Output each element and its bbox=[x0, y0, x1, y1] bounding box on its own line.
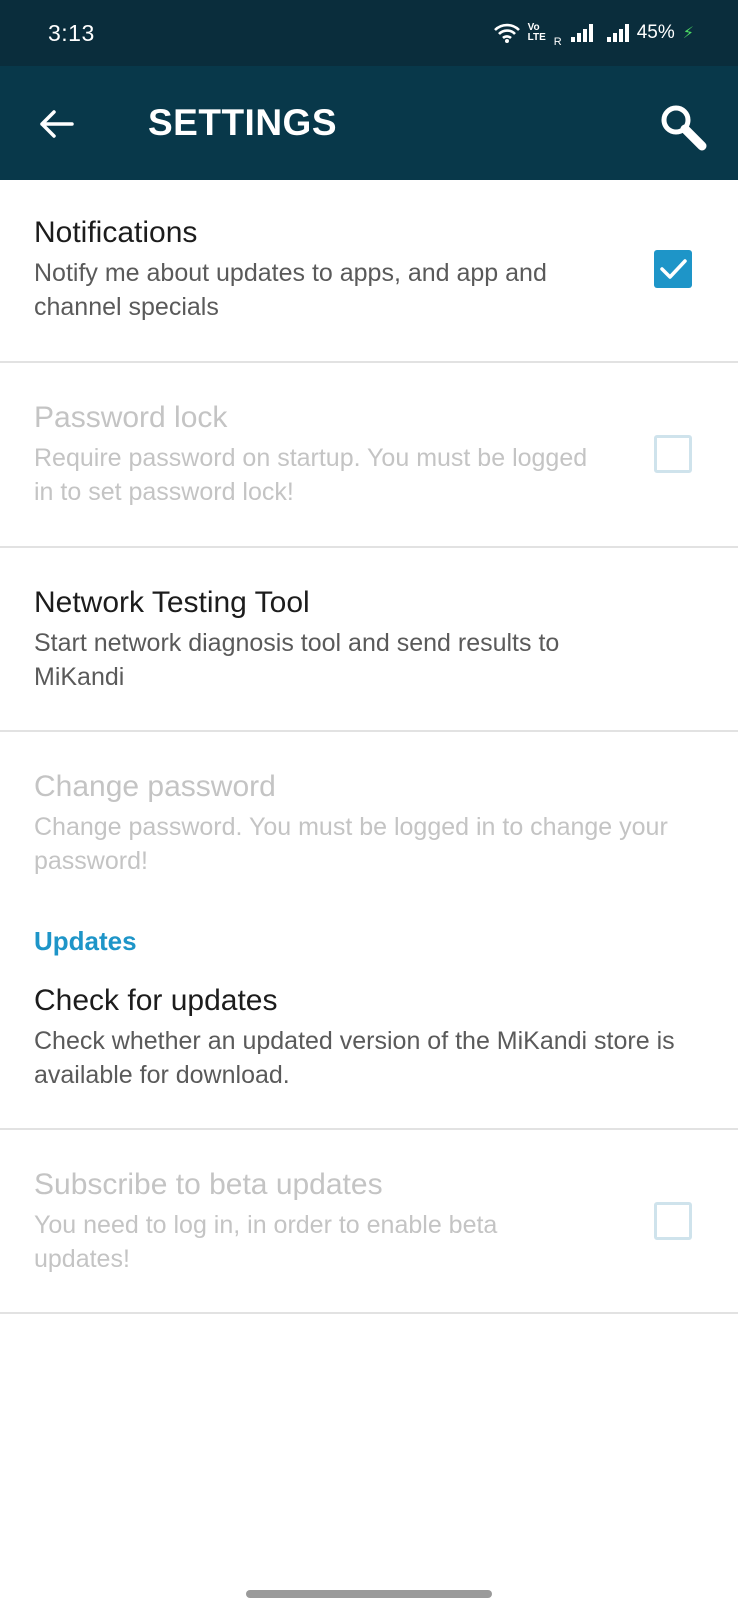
signal-icon bbox=[606, 24, 629, 42]
charging-icon: ⚡ bbox=[682, 25, 694, 42]
setting-title: Password lock bbox=[34, 401, 228, 434]
setting-check-for-updates[interactable]: Check for updates Check whether an updat… bbox=[0, 980, 738, 1130]
roaming-indicator: R bbox=[553, 36, 562, 48]
setting-network-testing-tool[interactable]: Network Testing Tool Start network diagn… bbox=[0, 548, 738, 732]
setting-description: You need to log in, in order to enable b… bbox=[34, 1211, 498, 1273]
setting-description: Require password on startup. You must be… bbox=[34, 444, 588, 506]
setting-description: Check whether an updated version of the … bbox=[34, 1027, 675, 1089]
page-title: SETTINGS bbox=[148, 102, 338, 143]
setting-description: Change password. You must be logged in t… bbox=[34, 813, 668, 875]
search-icon bbox=[661, 105, 707, 151]
setting-title: Change password bbox=[34, 770, 276, 803]
beta-updates-checkbox[interactable] bbox=[654, 1202, 692, 1240]
setting-title: Subscribe to beta updates bbox=[34, 1168, 383, 1201]
updates-section-header: Updates bbox=[0, 926, 738, 980]
setting-change-password[interactable]: Change password Change password. You mus… bbox=[0, 732, 738, 932]
checkmark-icon bbox=[660, 259, 687, 279]
arrow-left-icon bbox=[40, 110, 74, 138]
wifi-icon bbox=[493, 23, 520, 43]
password-lock-checkbox[interactable] bbox=[654, 435, 692, 473]
volte-bottom-label: LTE bbox=[527, 32, 546, 43]
section-header: Updates bbox=[34, 926, 137, 956]
settings-list: Notifications Notify me about updates to… bbox=[0, 180, 738, 1314]
battery-percent: 45% bbox=[636, 22, 675, 43]
search-button[interactable] bbox=[656, 100, 712, 156]
setting-description: Start network diagnosis tool and send re… bbox=[34, 629, 560, 691]
setting-title: Check for updates bbox=[34, 984, 278, 1017]
signal-icon bbox=[570, 24, 593, 42]
status-icons: Vo LTE R 45% ⚡ bbox=[493, 18, 694, 48]
setting-notifications[interactable]: Notifications Notify me about updates to… bbox=[0, 180, 738, 363]
setting-subscribe-beta-updates[interactable]: Subscribe to beta updates You need to lo… bbox=[0, 1130, 738, 1314]
app-bar: SETTINGS bbox=[0, 66, 738, 180]
setting-description: Notify me about updates to apps, and app… bbox=[34, 259, 547, 321]
setting-title: Network Testing Tool bbox=[34, 586, 310, 619]
home-indicator[interactable] bbox=[246, 1590, 492, 1598]
status-bar: 3:13 Vo LTE R 45% ⚡ bbox=[0, 0, 738, 66]
setting-title: Notifications bbox=[34, 216, 198, 249]
back-button[interactable] bbox=[34, 102, 78, 146]
setting-password-lock[interactable]: Password lock Require password on startu… bbox=[0, 363, 738, 548]
volte-icon: Vo LTE bbox=[528, 23, 546, 43]
status-time: 3:13 bbox=[48, 20, 95, 46]
notifications-checkbox[interactable] bbox=[654, 250, 692, 288]
